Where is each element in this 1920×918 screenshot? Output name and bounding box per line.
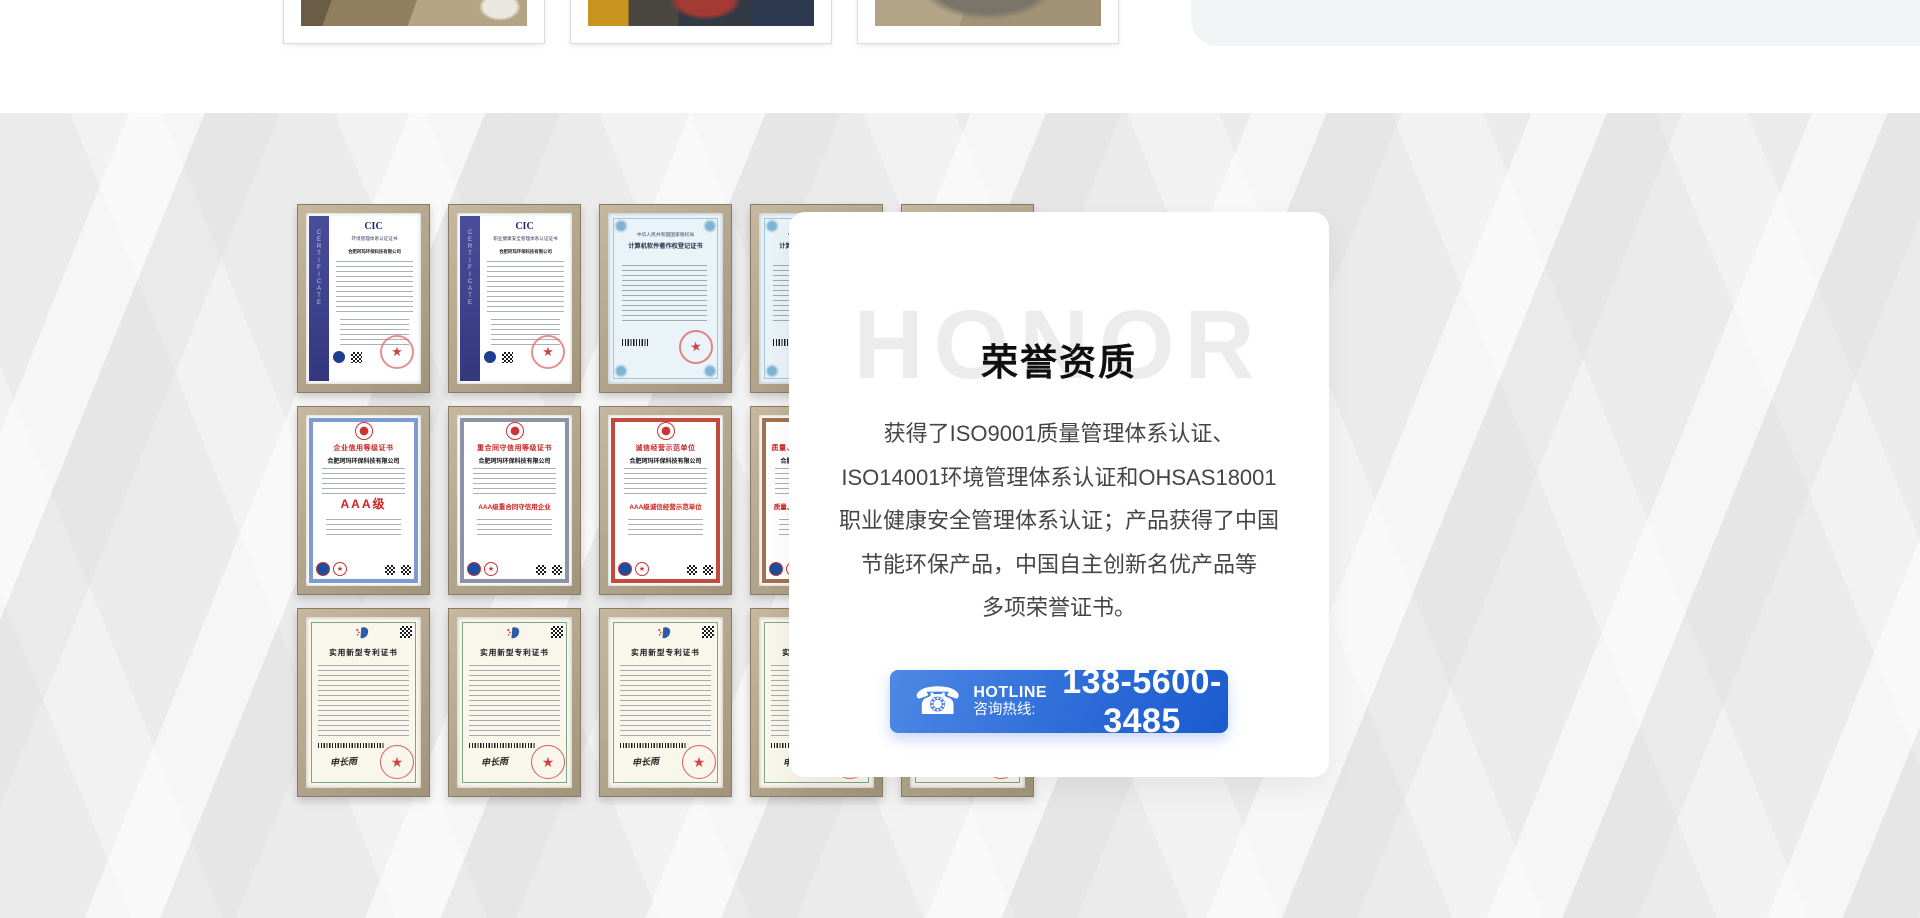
red-emblem-icon xyxy=(657,422,675,440)
certificate-copyright: 中华人民共和国国家版权局计算机软件著作权登记证书★ xyxy=(599,204,732,393)
gallery-card[interactable] xyxy=(570,0,832,44)
certificate-patent: 实用新型专利证书申长雨 ★ xyxy=(599,608,732,797)
hotline-button[interactable]: ☎ HOTLINE 咨询热线: 138-5600-3485 xyxy=(890,670,1228,733)
credit-logo-icon xyxy=(769,562,783,576)
certificate-grade: AAA级重合同守信用企业 xyxy=(463,501,566,511)
excavation-site-photo xyxy=(301,0,527,26)
certificate-patent: 实用新型专利证书申长雨 ★ xyxy=(297,608,430,797)
barcode-icon xyxy=(318,743,385,748)
phone-icon: ☎ xyxy=(914,683,961,721)
certificate-company: 合肥珂玛环保科技有限公司 xyxy=(616,456,715,465)
red-seal-icon: ★ xyxy=(531,335,565,369)
previous-section-panel xyxy=(1191,0,1920,46)
concrete-tank-photo xyxy=(875,0,1101,26)
qr-code-icon xyxy=(552,565,562,575)
red-seal-icon: ★ xyxy=(380,745,414,779)
section-title: 荣誉资质 xyxy=(789,332,1329,386)
qr-code-icon xyxy=(702,626,714,638)
honor-section: CERTIFICATECIC环境管理体系认证证书合肥珂玛环保科技有限公司★CER… xyxy=(0,113,1920,918)
star-logo-icon: ★ xyxy=(484,562,498,576)
qr-code-icon xyxy=(401,565,411,575)
certificate-title: 重合同守信用等级证书 xyxy=(465,443,564,453)
barcode-icon xyxy=(620,743,687,748)
certificate-grade: AAA级诚信经营示范单位 xyxy=(614,501,717,511)
certificate-credit: 诚信经营示范单位合肥珂玛环保科技有限公司 AAA级诚信经营示范单位 ★ xyxy=(599,406,732,595)
signature: 申长雨 xyxy=(632,754,660,769)
certificate-company: 合肥珂玛环保科技有限公司 xyxy=(482,249,569,255)
certificate-title: 计算机软件著作权登记证书 xyxy=(614,241,717,250)
hotline-label-en: HOTLINE xyxy=(973,684,1047,702)
certificate-cic: CERTIFICATECIC 环境管理体系认证证书合肥珂玛环保科技有限公司 ★ xyxy=(297,204,430,393)
star-logo-icon: ★ xyxy=(333,562,347,576)
qr-code-icon xyxy=(385,565,395,575)
certificate-org: CIC xyxy=(481,221,568,232)
certificate-company: 合肥珂玛环保科技有限公司 xyxy=(331,249,418,255)
qr-code-icon xyxy=(502,352,513,363)
credit-logo-icon xyxy=(316,562,330,576)
red-emblem-icon xyxy=(506,422,524,440)
certificate-cic: CERTIFICATECIC 职业健康安全管理体系认证证书合肥珂玛环保科技有限公司… xyxy=(448,204,581,393)
qr-code-icon xyxy=(687,565,697,575)
credit-logo-icon xyxy=(618,562,632,576)
cnipa-logo-icon xyxy=(354,626,370,642)
cnipa-logo-icon xyxy=(656,626,672,642)
cic-logo-icon xyxy=(333,351,345,363)
hotline-label-zh: 咨询热线: xyxy=(973,702,1035,719)
certificate-title: 职业健康安全管理体系认证证书 xyxy=(482,236,569,242)
hotline-number: 138-5600-3485 xyxy=(1056,663,1228,741)
qr-code-icon xyxy=(536,565,546,575)
certificate-title: 实用新型专利证书 xyxy=(614,647,717,658)
certificate-company: 合肥珂玛环保科技有限公司 xyxy=(314,456,413,465)
certificate-title: 诚信经营示范单位 xyxy=(616,443,715,453)
gallery-card[interactable] xyxy=(857,0,1119,44)
barcode-icon xyxy=(469,743,536,748)
certificate-authority: 中华人民共和国国家版权局 xyxy=(616,231,715,238)
red-seal-icon: ★ xyxy=(531,745,565,779)
barcode-icon xyxy=(622,339,648,346)
certificate-credit: 重合同守信用等级证书合肥珂玛环保科技有限公司 AAA级重合同守信用企业 ★ xyxy=(448,406,581,595)
honor-card: HONOR 荣誉资质 获得了ISO9001质量管理体系认证、 ISO14001环… xyxy=(789,212,1329,777)
red-seal-icon: ★ xyxy=(380,335,414,369)
credit-logo-icon xyxy=(467,562,481,576)
cnipa-logo-icon xyxy=(505,626,521,642)
certificate-patent: 实用新型专利证书申长雨 ★ xyxy=(448,608,581,797)
signature: 申长雨 xyxy=(330,754,358,769)
qr-code-icon xyxy=(400,626,412,638)
qr-code-icon xyxy=(703,565,713,575)
certificate-grade: AAA级 xyxy=(312,495,415,512)
qr-code-icon xyxy=(351,352,362,363)
gallery-card[interactable] xyxy=(283,0,545,44)
certificate-band: CERTIFICATE xyxy=(460,216,480,381)
hotline-labels: HOTLINE 咨询热线: xyxy=(973,684,1047,719)
certificate-title: 实用新型专利证书 xyxy=(463,647,566,658)
certificate-title: 环境管理体系认证证书 xyxy=(331,236,418,242)
crane-truck-site-photo xyxy=(588,0,814,26)
certificate-title: 实用新型专利证书 xyxy=(312,647,415,658)
certificate-title: 企业信用等级证书 xyxy=(314,443,413,453)
certificate-band: CERTIFICATE xyxy=(309,216,329,381)
signature: 申长雨 xyxy=(481,754,509,769)
cic-logo-icon xyxy=(484,351,496,363)
qr-code-icon xyxy=(551,626,563,638)
certificate-credit: 企业信用等级证书合肥珂玛环保科技有限公司 AAA级 ★ xyxy=(297,406,430,595)
red-seal-icon: ★ xyxy=(682,745,716,779)
honor-description: 获得了ISO9001质量管理体系认证、 ISO14001环境管理体系认证和OHS… xyxy=(819,412,1299,630)
red-emblem-icon xyxy=(355,422,373,440)
certificate-company: 合肥珂玛环保科技有限公司 xyxy=(465,456,564,465)
star-logo-icon: ★ xyxy=(635,562,649,576)
certificate-org: CIC xyxy=(330,221,417,232)
